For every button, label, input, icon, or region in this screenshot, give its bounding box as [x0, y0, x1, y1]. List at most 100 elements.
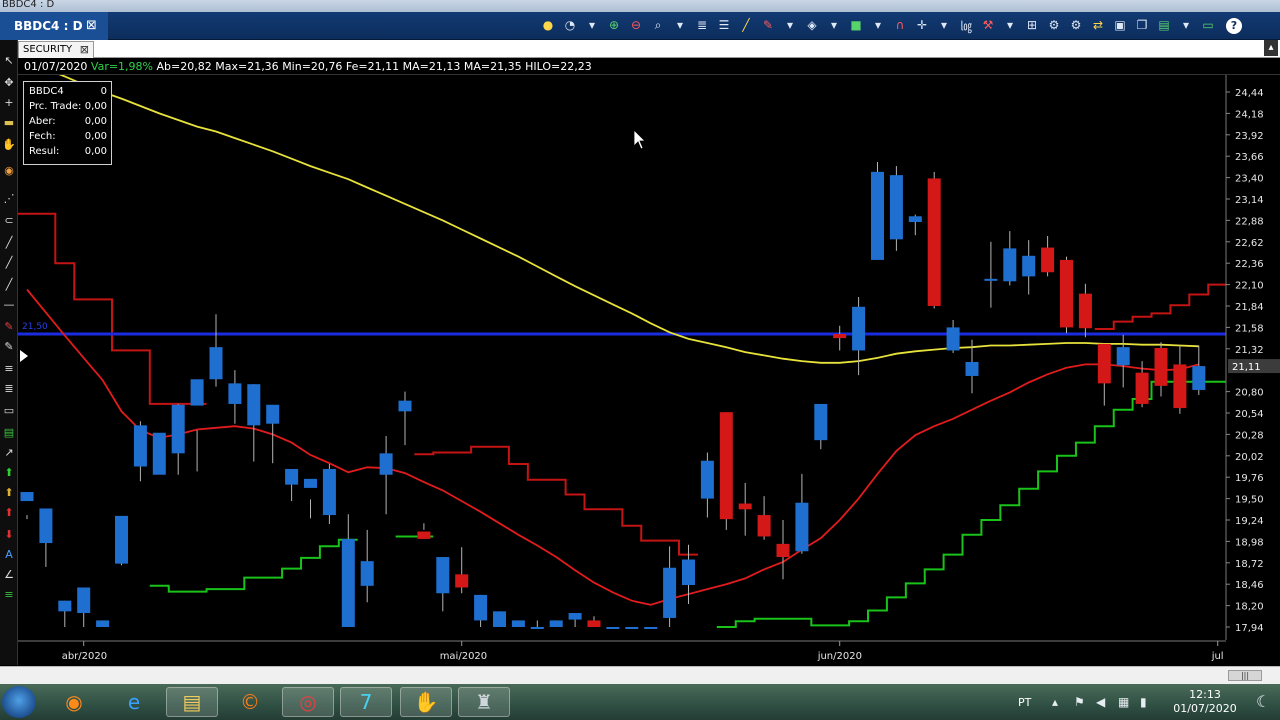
candle-body [493, 611, 506, 627]
internet-explorer-icon[interactable]: e [108, 687, 160, 717]
price-tick-label: 24,18 [1235, 109, 1264, 120]
chrome-icon[interactable]: ◎ [282, 687, 334, 717]
candle-body [58, 600, 72, 612]
price-tick-label: 18,98 [1235, 537, 1264, 548]
position-label: Resul: [29, 146, 60, 157]
time-tick-label: abr/2020 [62, 651, 107, 662]
candle-body [682, 559, 695, 586]
candle-body [20, 492, 34, 502]
taskbar-clock[interactable]: 12:13 01/07/2020 [1170, 688, 1240, 716]
price-tick-label: 22,36 [1235, 259, 1264, 270]
position-row: Fech: 0,00 [29, 131, 107, 145]
candle-body [285, 468, 299, 485]
candle-body [398, 400, 412, 412]
candle-body [1154, 347, 1168, 386]
candle-body [115, 515, 128, 564]
candle-body [77, 587, 91, 614]
scrollbar-thumb[interactable]: ||| [1228, 670, 1262, 681]
price-tick-label: 19,50 [1235, 495, 1264, 506]
candle-body [96, 620, 110, 627]
price-tick-label: 20,28 [1235, 430, 1264, 441]
candle-body [455, 574, 469, 588]
candle-body [266, 404, 280, 424]
price-tick-label: 18,46 [1235, 580, 1264, 591]
time-tick-label: jul [1211, 651, 1224, 662]
candle-body [984, 278, 998, 281]
tray-expand-icon[interactable]: ▴ [1052, 695, 1058, 709]
clock-time: 12:13 [1189, 688, 1221, 701]
candle-body [417, 531, 431, 539]
horizontal-line-label: 21,50 [22, 322, 48, 332]
time-tick-label: mai/2020 [440, 651, 487, 662]
price-tick-label: 19,76 [1235, 473, 1264, 484]
language-indicator[interactable]: PT [1018, 696, 1031, 709]
position-label: Fech: [29, 131, 56, 142]
candle-body [360, 561, 374, 586]
media-app-icon[interactable]: ♜ [458, 687, 510, 717]
price-tick-label: 22,88 [1235, 216, 1264, 227]
position-qty: 0 [100, 86, 107, 97]
candle-body [474, 594, 488, 621]
candle-body [171, 404, 185, 454]
candle-body [871, 171, 884, 260]
price-tick-label: 22,10 [1235, 281, 1264, 292]
candle-body [511, 620, 525, 627]
position-label: Prc. Trade: [29, 101, 82, 112]
hand-app-icon[interactable]: ✋ [400, 687, 452, 717]
candle-body [889, 175, 903, 240]
volume-icon[interactable]: ◀ [1096, 695, 1105, 709]
candle-body [568, 613, 582, 620]
flag-icon[interactable]: ⚑ [1074, 695, 1085, 709]
price-tick-label: 20,54 [1235, 409, 1264, 420]
power-icon[interactable]: ▮ [1140, 695, 1147, 709]
candle-body [209, 347, 223, 380]
network-icon[interactable]: ▦ [1118, 695, 1129, 709]
candle-body [852, 306, 866, 351]
trading-platform-icon[interactable]: 7 [340, 687, 392, 717]
position-row: Aber: 0,00 [29, 116, 107, 130]
candle-body [1173, 364, 1187, 409]
price-tick-label: 19,24 [1235, 516, 1264, 527]
candle-body [776, 543, 790, 558]
last-price-label: 21,11 [1232, 362, 1261, 373]
price-tick-label: 21,32 [1235, 345, 1264, 356]
candle-body [965, 361, 979, 376]
candle-body [606, 627, 620, 629]
price-tick-label: 24,44 [1235, 88, 1264, 99]
ccleaner-icon[interactable]: © [224, 687, 276, 717]
candle-body [1192, 366, 1206, 390]
file-explorer-icon[interactable]: ▤ [166, 687, 218, 717]
candle-body [228, 383, 242, 404]
candle-body [39, 508, 53, 544]
start-button[interactable] [2, 686, 36, 718]
candle-body [1135, 372, 1149, 404]
price-tick-label: 20,02 [1235, 452, 1264, 463]
position-value: 0,00 [84, 146, 107, 157]
candle-body [833, 333, 847, 339]
candle-body [1097, 343, 1111, 384]
moon-icon[interactable]: ☾ [1256, 692, 1270, 711]
position-row: Resul: 0,00 [29, 146, 107, 160]
candle-body [927, 178, 941, 306]
candle-body [700, 460, 714, 499]
candle-body [719, 412, 733, 520]
candle-body [341, 538, 355, 627]
chart-horizontal-scrollbar[interactable]: ||| [0, 666, 1280, 684]
candle-body [1116, 347, 1130, 366]
candle-body [1003, 248, 1017, 282]
price-tick-label: 22,62 [1235, 238, 1264, 249]
position-ticker: BBDC4 [29, 86, 64, 97]
firefox-icon[interactable]: ◉ [48, 687, 100, 717]
candle-body [1060, 259, 1073, 328]
candle-body [908, 216, 922, 223]
price-tick-label: 21,58 [1235, 323, 1264, 334]
position-value: 0,00 [84, 116, 107, 127]
candle-body [152, 432, 166, 475]
price-chart[interactable]: 21,50 24,44 24,18 23,92 23,66 23,40 23,14 22,8… [0, 0, 1280, 666]
price-tick-label: 20,80 [1235, 388, 1264, 399]
price-tick-label: 18,72 [1235, 559, 1264, 570]
candle-body [133, 425, 147, 467]
candle-body [1041, 247, 1055, 273]
position-row: Prc. Trade: 0,00 [29, 101, 107, 115]
price-tick-label: 23,92 [1235, 131, 1264, 142]
